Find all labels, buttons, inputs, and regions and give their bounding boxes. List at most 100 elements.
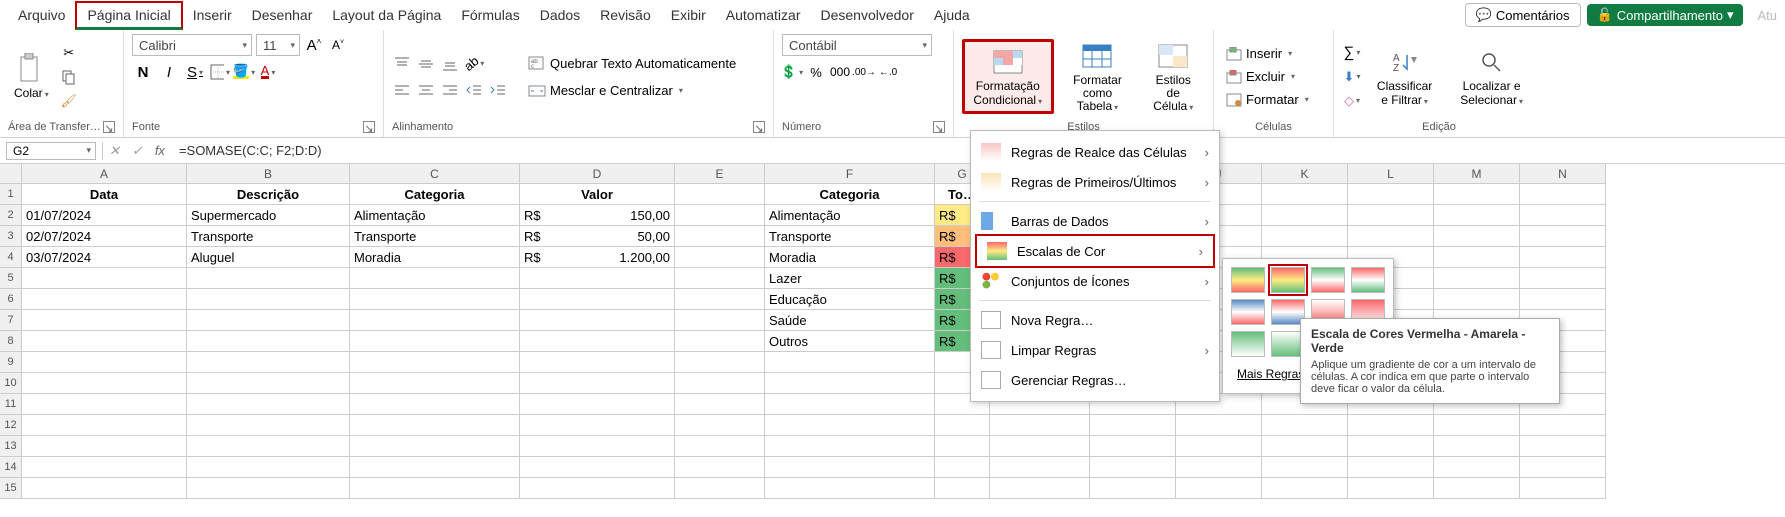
color-scale-option-9[interactable]: [1231, 331, 1265, 357]
delete-cells-button[interactable]: Excluir: [1222, 67, 1313, 86]
cell-F8[interactable]: Outros: [765, 331, 935, 352]
cell-M14[interactable]: [1434, 457, 1520, 478]
cell-E6[interactable]: [675, 289, 765, 310]
paste-button[interactable]: Colar: [8, 49, 55, 104]
cell-C12[interactable]: [350, 415, 520, 436]
cell-A6[interactable]: [22, 289, 187, 310]
cell-K12[interactable]: [1262, 415, 1348, 436]
row-header-7[interactable]: 7: [0, 310, 22, 331]
row-header-8[interactable]: 8: [0, 331, 22, 352]
cf-new-rule-item[interactable]: Nova Regra…: [971, 305, 1219, 335]
cell-L12[interactable]: [1348, 415, 1434, 436]
color-scale-option-2[interactable]: [1271, 267, 1305, 293]
cell-C1[interactable]: Categoria: [350, 184, 520, 205]
cell-D9[interactable]: [520, 352, 675, 373]
menu-pagina-inicial[interactable]: Página Inicial: [75, 1, 182, 30]
column-header-k[interactable]: K: [1262, 164, 1348, 184]
cell-F14[interactable]: [765, 457, 935, 478]
cell-F15[interactable]: [765, 478, 935, 499]
number-format-combo[interactable]: Contábil: [782, 34, 932, 56]
cell-B12[interactable]: [187, 415, 350, 436]
underline-button[interactable]: S: [184, 62, 206, 82]
alignment-dialog-launcher[interactable]: ↘: [753, 121, 765, 133]
cell-F4[interactable]: Moradia: [765, 247, 935, 268]
cell-A12[interactable]: [22, 415, 187, 436]
cell-M6[interactable]: [1434, 289, 1520, 310]
cell-M2[interactable]: [1434, 205, 1520, 226]
cell-A11[interactable]: [22, 394, 187, 415]
cell-F9[interactable]: [765, 352, 935, 373]
accounting-format-button[interactable]: 💲: [782, 62, 802, 82]
cell-F5[interactable]: Lazer: [765, 268, 935, 289]
cell-H15[interactable]: [990, 478, 1090, 499]
cell-A3[interactable]: 02/07/2024: [22, 226, 187, 247]
cell-C9[interactable]: [350, 352, 520, 373]
cf-clear-rules-item[interactable]: Limpar Regras ›: [971, 335, 1219, 365]
fill-button[interactable]: ⬇: [1342, 67, 1362, 87]
cell-C11[interactable]: [350, 394, 520, 415]
column-header-l[interactable]: L: [1348, 164, 1434, 184]
cell-A15[interactable]: [22, 478, 187, 499]
cell-J14[interactable]: [1176, 457, 1262, 478]
cell-E5[interactable]: [675, 268, 765, 289]
cell-B6[interactable]: [187, 289, 350, 310]
color-scale-option-3[interactable]: [1311, 267, 1345, 293]
cell-B2[interactable]: Supermercado: [187, 205, 350, 226]
cell-A5[interactable]: [22, 268, 187, 289]
cf-data-bars-item[interactable]: Barras de Dados ›: [971, 206, 1219, 236]
cell-C8[interactable]: [350, 331, 520, 352]
align-left-button[interactable]: [392, 80, 412, 100]
cell-K2[interactable]: [1262, 205, 1348, 226]
menu-desenhar[interactable]: Desenhar: [242, 3, 323, 27]
format-painter-button[interactable]: 🖌: [59, 91, 79, 111]
fill-color-button[interactable]: 🪣: [234, 62, 254, 82]
cell-styles-button[interactable]: Estilos de Célula: [1141, 36, 1205, 118]
cell-E2[interactable]: [675, 205, 765, 226]
decrease-indent-button[interactable]: [464, 80, 484, 100]
menu-desenvolvedor[interactable]: Desenvolvedor: [810, 3, 923, 27]
cell-B5[interactable]: [187, 268, 350, 289]
cell-A4[interactable]: 03/07/2024: [22, 247, 187, 268]
cell-N12[interactable]: [1520, 415, 1606, 436]
cell-I12[interactable]: [1090, 415, 1176, 436]
cell-D7[interactable]: [520, 310, 675, 331]
cell-M12[interactable]: [1434, 415, 1520, 436]
cell-N13[interactable]: [1520, 436, 1606, 457]
enter-formula-button[interactable]: ✓: [126, 143, 149, 159]
cell-N15[interactable]: [1520, 478, 1606, 499]
autosum-button[interactable]: ∑: [1342, 43, 1362, 63]
column-header-n[interactable]: N: [1520, 164, 1606, 184]
row-header-10[interactable]: 10: [0, 373, 22, 394]
cut-button[interactable]: ✂: [59, 43, 79, 63]
cell-D6[interactable]: [520, 289, 675, 310]
borders-button[interactable]: [210, 62, 230, 82]
cell-L15[interactable]: [1348, 478, 1434, 499]
cell-N1[interactable]: [1520, 184, 1606, 205]
cell-G14[interactable]: [935, 457, 990, 478]
cell-E8[interactable]: [675, 331, 765, 352]
cell-E7[interactable]: [675, 310, 765, 331]
cf-icon-sets-item[interactable]: 🔴🟡🟢 Conjuntos de Ícones ›: [971, 266, 1219, 296]
align-right-button[interactable]: [440, 80, 460, 100]
cell-C7[interactable]: [350, 310, 520, 331]
row-header-13[interactable]: 13: [0, 436, 22, 457]
cell-B1[interactable]: Descrição: [187, 184, 350, 205]
cell-F2[interactable]: Alimentação: [765, 205, 935, 226]
cell-B4[interactable]: Aluguel: [187, 247, 350, 268]
cell-N5[interactable]: [1520, 268, 1606, 289]
column-header-b[interactable]: B: [187, 164, 350, 184]
cell-M15[interactable]: [1434, 478, 1520, 499]
cell-E10[interactable]: [675, 373, 765, 394]
format-as-table-button[interactable]: Formatar como Tabela: [1058, 36, 1138, 118]
row-header-2[interactable]: 2: [0, 205, 22, 226]
menu-formulas[interactable]: Fórmulas: [451, 3, 529, 27]
cell-J15[interactable]: [1176, 478, 1262, 499]
cell-F7[interactable]: Saúde: [765, 310, 935, 331]
font-color-button[interactable]: A: [258, 62, 278, 82]
menu-arquivo[interactable]: Arquivo: [8, 3, 75, 27]
cell-E14[interactable]: [675, 457, 765, 478]
cell-D4[interactable]: R$1.200,00: [520, 247, 675, 268]
align-center-button[interactable]: [416, 80, 436, 100]
cell-D5[interactable]: [520, 268, 675, 289]
cell-D10[interactable]: [520, 373, 675, 394]
